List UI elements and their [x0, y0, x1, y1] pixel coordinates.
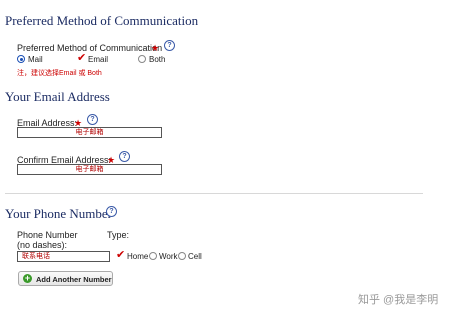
option-email-label: Email [88, 55, 109, 64]
radio-mail-label: Mail [28, 55, 43, 64]
communication-heading: Preferred Method of Communication [5, 13, 199, 28]
phone-heading: Your Phone Number [5, 206, 113, 221]
confirm-email-input[interactable]: 电子邮箱 [17, 164, 162, 175]
communication-label: Preferred Method of Communication [17, 43, 163, 53]
radio-work[interactable] [149, 252, 157, 260]
email-heading: Your Email Address [5, 89, 110, 104]
phone-type-label: Type: [107, 230, 130, 240]
help-icon[interactable]: ? [87, 114, 98, 125]
radio-mail[interactable] [17, 55, 25, 63]
add-another-number-button[interactable]: + Add Another Number [18, 271, 113, 286]
watermark: 知乎 @我是李明 [358, 294, 439, 306]
radio-cell[interactable] [178, 252, 186, 260]
checkmark-icon[interactable]: ✔ [77, 53, 86, 64]
radio-both[interactable] [138, 55, 146, 63]
type-cell-label: Cell [188, 252, 202, 261]
checkmark-icon[interactable]: ✔ [116, 250, 125, 261]
help-icon[interactable]: ? [119, 151, 130, 162]
section-divider [5, 193, 423, 194]
add-another-number-label: Add Another Number [36, 275, 112, 284]
phone-number-label-line2: (no dashes): [17, 240, 68, 250]
required-star-icon: ★ [151, 43, 160, 53]
plus-icon: + [23, 273, 32, 283]
help-icon[interactable]: ? [164, 40, 175, 51]
communication-note: 注，建议选择Email 或 Both [17, 70, 102, 77]
type-home-label: Home [127, 252, 149, 261]
type-work-label: Work [159, 252, 178, 261]
help-icon[interactable]: ? [106, 206, 117, 217]
email-address-input[interactable]: 电子邮箱 [17, 127, 162, 138]
phone-number-input[interactable]: 联系电话 [17, 251, 110, 262]
phone-number-label-line1: Phone Number [17, 230, 78, 240]
radio-both-label: Both [149, 55, 166, 64]
